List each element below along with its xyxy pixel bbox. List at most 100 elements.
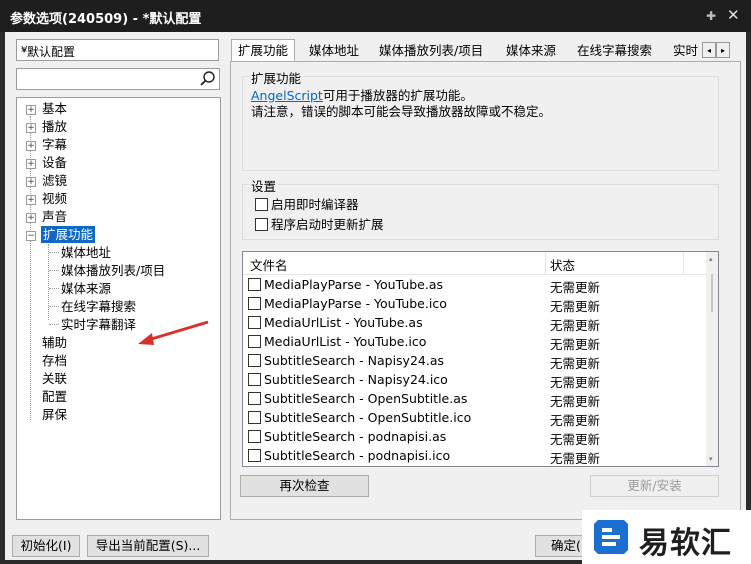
tree-search-input[interactable] [16,68,220,90]
scroll-down-icon[interactable]: ▾ [709,455,713,463]
scroll-up-icon[interactable]: ▴ [709,255,713,263]
tree-item-filter[interactable]: 滤镜 [42,172,67,189]
row-checkbox[interactable] [248,449,261,462]
table-row[interactable]: MediaPlayParse - YouTube.ico 无需更新 [243,295,707,314]
file-name-cell: MediaUrlList - YouTube.ico [248,334,426,349]
tree-item-media-url[interactable]: 媒体地址 [61,244,111,261]
row-checkbox[interactable] [248,430,261,443]
pin-icon[interactable]: ✚ [706,9,716,23]
init-button[interactable]: 初始化(I) [12,535,80,557]
expand-icon[interactable]: + [26,177,36,187]
file-name-cell: SubtitleSearch - podnapisi.ico [248,448,450,463]
settings-group: 设置 启用即时编译器 程序启动时更新扩展 [242,176,719,240]
table-row[interactable]: MediaUrlList - YouTube.as 无需更新 [243,314,707,333]
expand-icon[interactable]: + [26,213,36,223]
expand-icon[interactable]: + [26,105,36,115]
watermark: 易软汇 [582,510,751,564]
row-checkbox[interactable] [248,373,261,386]
tree-item-playback[interactable]: 播放 [42,118,67,135]
list-header: 文件名 状态 [243,252,707,275]
tree-item-media-source[interactable]: 媒体来源 [61,280,111,297]
tree-item-config[interactable]: 配置 [42,388,67,405]
description-text: 可用于播放器的扩展功能。 [322,88,473,103]
tree-item-media-playlist[interactable]: 媒体播放列表/项目 [61,262,165,279]
row-checkbox[interactable] [248,335,261,348]
checkbox-box[interactable] [255,198,268,211]
column-divider [683,252,684,274]
tree-item-video[interactable]: 视频 [42,190,67,207]
tree-item-subtitle[interactable]: 字幕 [42,136,67,153]
row-checkbox[interactable] [248,411,261,424]
tree-item-storage[interactable]: 存档 [42,352,67,369]
angelscript-link[interactable]: AngelScript [251,88,323,103]
expand-icon[interactable]: + [26,141,36,151]
checkbox-box[interactable] [255,218,268,231]
table-row[interactable]: SubtitleSearch - podnapisi.ico 无需更新 [243,447,707,466]
close-icon[interactable]: ✕ [727,6,740,24]
row-checkbox[interactable] [248,316,261,329]
tree-item-assist[interactable]: 辅助 [42,334,67,351]
tab-media-url[interactable]: 媒体地址 [309,41,359,61]
tree-line [49,288,59,289]
table-row[interactable]: MediaUrlList - YouTube.ico 无需更新 [243,333,707,352]
tree-line [49,270,59,271]
tab-scroll-left-icon[interactable]: ◂ [702,42,716,58]
column-divider [545,252,546,274]
tab-media-source[interactable]: 媒体来源 [506,41,556,61]
tab-media-playlist[interactable]: 媒体播放列表/项目 [379,41,483,61]
row-checkbox[interactable] [248,392,261,405]
table-row[interactable]: SubtitleSearch - OpenSubtitle.ico 无需更新 [243,409,707,428]
file-name-text: MediaUrlList - YouTube.as [264,315,423,330]
table-row[interactable]: SubtitleSearch - podnapisi.as 无需更新 [243,428,707,447]
update-on-start-checkbox[interactable]: 程序启动时更新扩展 [255,216,384,234]
list-scrollbar[interactable]: ▴ ▾ [706,252,718,466]
tab-online-subtitle-search[interactable]: 在线字幕搜索 [577,41,652,61]
file-name-text: SubtitleSearch - Napisy24.ico [264,372,448,387]
table-row[interactable]: SubtitleSearch - Napisy24.ico 无需更新 [243,371,707,390]
scroll-thumb[interactable] [711,274,713,312]
tree-item-live-subtitle-translate[interactable]: 实时字幕翻译 [61,316,136,333]
jit-compiler-checkbox[interactable]: 启用即时编译器 [255,196,359,214]
file-name-cell: MediaPlayParse - YouTube.ico [248,296,447,311]
tab-live-translate[interactable]: 实时 [673,41,700,61]
row-checkbox[interactable] [248,354,261,367]
settings-tree: + 基本 + 播放 + 字幕 + 设备 + 滤镜 + 视频 + 声音 − 扩展功… [16,97,221,520]
recheck-button[interactable]: 再次检查 [240,475,369,497]
export-config-button[interactable]: 导出当前配置(S)... [87,535,209,557]
row-checkbox[interactable] [248,297,261,310]
expand-icon[interactable]: + [26,123,36,133]
table-row[interactable]: SubtitleSearch - Napisy24.as 无需更新 [243,352,707,371]
expand-icon[interactable]: + [26,159,36,169]
red-arrow-annotation [138,320,209,345]
update-install-button[interactable]: 更新/安装 [590,475,719,497]
tab-scroll-right-icon[interactable]: ▸ [716,42,730,58]
tree-item-screensaver[interactable]: 屏保 [42,406,67,423]
table-row[interactable]: SubtitleSearch - OpenSubtitle.as 无需更新 [243,390,707,409]
file-name-cell: MediaPlayParse - YouTube.as [248,277,443,292]
collapse-icon[interactable]: − [26,231,36,241]
table-row[interactable]: MediaPlayParse - YouTube.as 无需更新 [243,276,707,295]
status-cell: 无需更新 [550,280,601,295]
expand-icon[interactable]: + [26,195,36,205]
tree-item-extensions[interactable]: 扩展功能 [41,226,96,243]
watermark-logo-icon [594,520,628,554]
tree-item-online-subtitle-search[interactable]: 在线字幕搜索 [61,298,136,315]
tree-item-audio[interactable]: 声音 [42,208,67,225]
search-icon[interactable] [199,70,217,88]
file-name-cell: SubtitleSearch - OpenSubtitle.as [248,391,467,406]
tab-extensions[interactable]: 扩展功能 [231,39,296,62]
warning-text: 请注意，错误的脚本可能会导致播放器故障或不稳定。 [251,104,552,119]
tree-item-basic[interactable]: 基本 [42,100,67,117]
profile-dropdown[interactable]: *默认配置 v [16,39,219,61]
tree-item-association[interactable]: 关联 [42,370,67,387]
column-header-status[interactable]: 状态 [550,255,575,274]
extensions-group: 扩展功能 AngelScript可用于播放器的扩展功能。 请注意，错误的脚本可能… [242,68,719,171]
status-cell: 无需更新 [550,337,601,352]
row-checkbox[interactable] [248,278,261,291]
tree-item-device[interactable]: 设备 [42,154,67,171]
file-name-text: SubtitleSearch - Napisy24.as [264,353,445,368]
tab-strip: 扩展功能 媒体地址 媒体播放列表/项目 媒体来源 在线字幕搜索 实时 ◂ ▸ [231,39,746,62]
column-header-filename[interactable]: 文件名 [250,255,288,274]
extensions-description: AngelScript可用于播放器的扩展功能。 请注意，错误的脚本可能会导致播放… [251,88,551,120]
file-name-cell: MediaUrlList - YouTube.as [248,315,423,330]
